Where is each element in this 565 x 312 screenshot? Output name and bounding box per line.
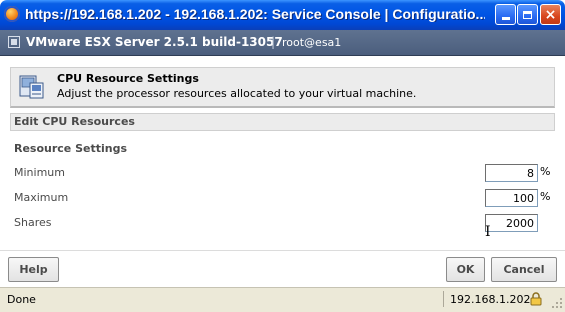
status-bar: Done 192.168.1.202	[0, 287, 565, 312]
window-titlebar[interactable]: https://192.168.1.202 - 192.168.1.202: S…	[0, 0, 565, 30]
footer-divider	[0, 250, 565, 251]
minimum-input[interactable]	[485, 164, 538, 182]
product-title: VMware ESX Server 2.5.1 build-13057	[26, 35, 283, 49]
panel-subtitle: Adjust the processor resources allocated…	[57, 87, 417, 100]
minimum-label: Minimum	[14, 166, 65, 179]
status-host: 192.168.1.202	[450, 293, 531, 306]
text-cursor-icon: I	[485, 224, 491, 240]
cpu-icon	[19, 75, 44, 99]
firefox-icon	[4, 6, 20, 22]
resize-grip-icon[interactable]	[551, 297, 563, 309]
edit-section-bar: Edit CPU Resources	[10, 113, 555, 131]
edit-section-title: Edit CPU Resources	[14, 115, 135, 128]
header-separator: |	[271, 35, 276, 49]
resource-settings-heading: Resource Settings	[14, 142, 128, 155]
minimize-button[interactable]	[495, 4, 516, 25]
status-text: Done	[7, 293, 36, 306]
minimum-unit: %	[540, 165, 551, 178]
settings-header-box: CPU Resource Settings Adjust the process…	[10, 67, 555, 108]
status-divider	[443, 291, 444, 307]
maximum-unit: %	[540, 190, 551, 203]
close-icon: ×	[544, 6, 557, 23]
user-label: root@esa1	[282, 36, 342, 49]
panel-title: CPU Resource Settings	[57, 72, 199, 85]
lock-icon[interactable]	[530, 292, 542, 306]
help-button[interactable]: Help	[8, 257, 59, 282]
minimize-icon	[501, 17, 510, 20]
maximize-button[interactable]	[517, 4, 538, 25]
maximize-icon	[523, 10, 532, 19]
close-button[interactable]: ×	[540, 4, 561, 25]
main-content: CPU Resource Settings Adjust the process…	[0, 56, 565, 287]
maximum-input[interactable]	[485, 189, 538, 207]
cancel-button[interactable]: Cancel	[491, 257, 557, 282]
ok-button[interactable]: OK	[446, 257, 485, 282]
maximum-label: Maximum	[14, 191, 69, 204]
window-title: https://192.168.1.202 - 192.168.1.202: S…	[25, 6, 485, 22]
app-header: VMware ESX Server 2.5.1 build-13057 | ro…	[0, 30, 565, 56]
shares-input[interactable]	[485, 214, 538, 232]
vmware-logo-icon	[8, 36, 20, 48]
shares-label: Shares	[14, 216, 52, 229]
